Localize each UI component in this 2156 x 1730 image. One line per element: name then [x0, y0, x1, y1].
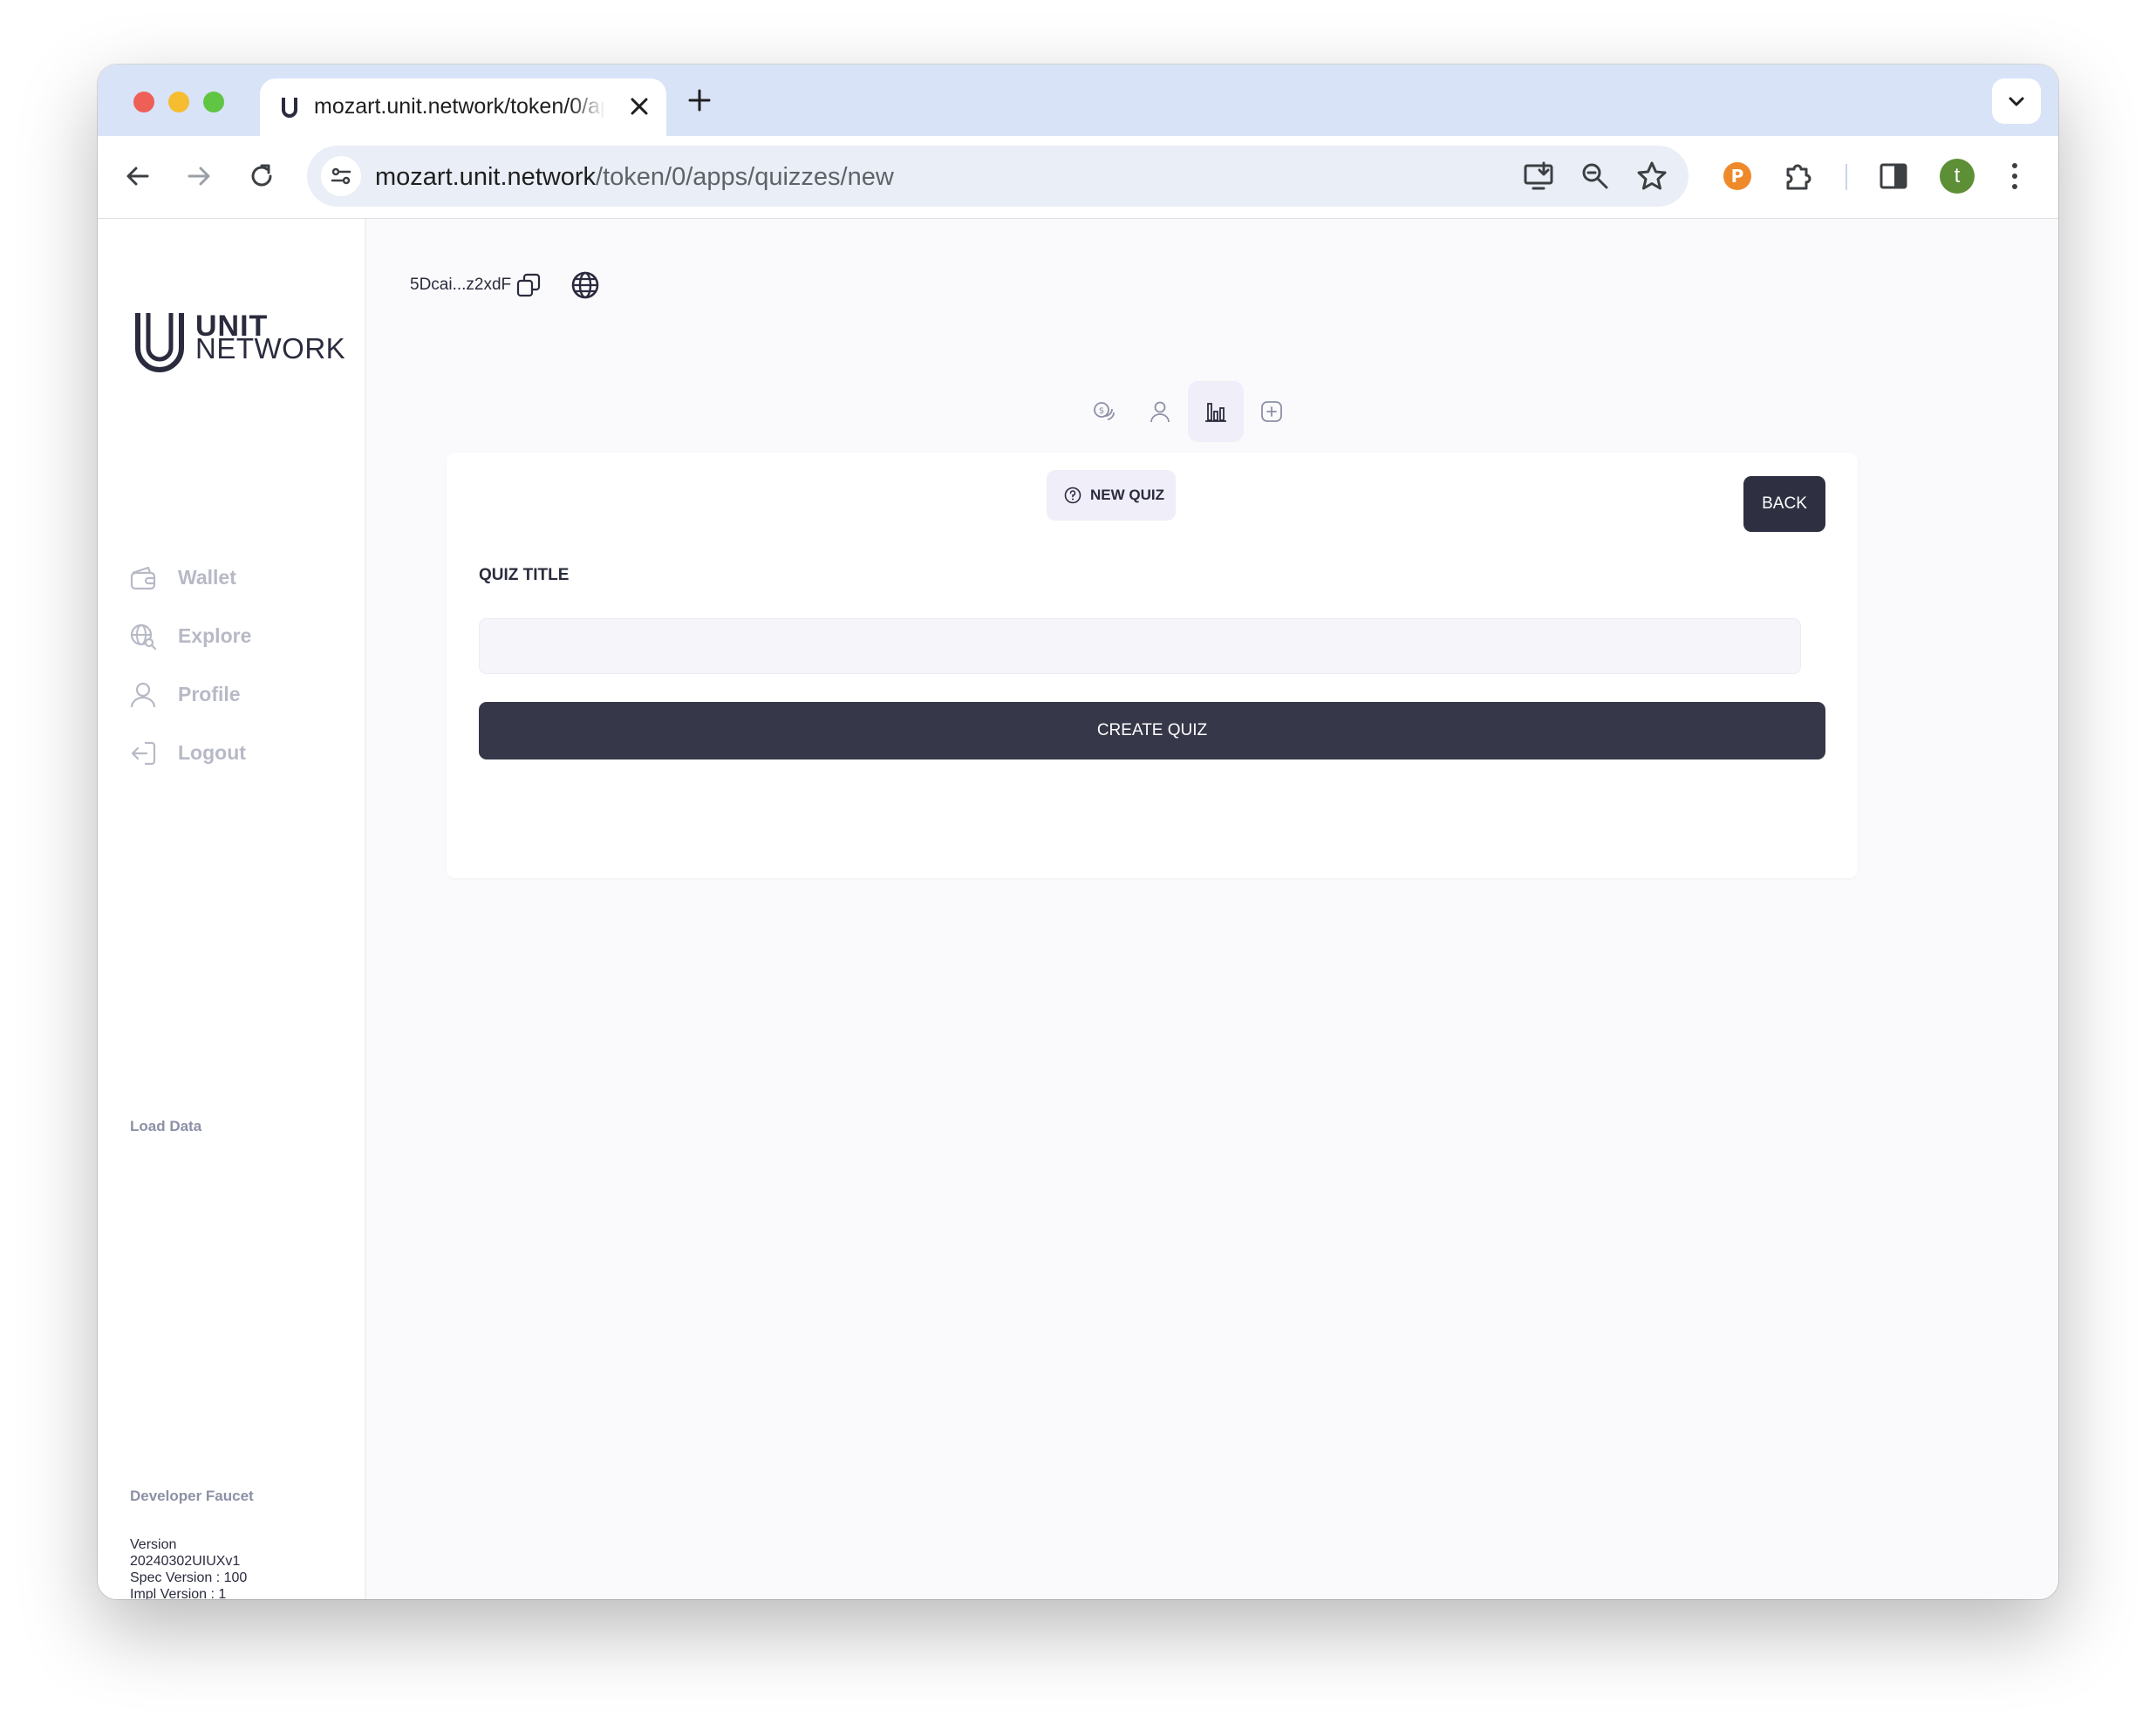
tab-title: mozart.unit.network/token/0/apps/quizzes… — [314, 94, 605, 119]
sidebar-item-label: Wallet — [178, 566, 236, 589]
spec-version-line: Spec Version : 100 — [130, 1570, 248, 1585]
account-address: 5Dcai...z2xdF — [410, 276, 512, 294]
wallet-icon — [130, 566, 156, 590]
install-app-icon[interactable] — [1523, 161, 1554, 191]
reload-icon[interactable] — [248, 162, 276, 190]
back-button[interactable]: BACK — [1743, 476, 1825, 532]
url-text: mozart.unit.network/token/0/apps/quizzes… — [375, 163, 894, 192]
create-quiz-button[interactable]: CREATE QUIZ — [479, 702, 1825, 759]
version-info: Version 20240302UIUXv1 Spec Version : 10… — [130, 1536, 247, 1599]
quiz-title-input[interactable] — [479, 618, 1801, 674]
zoom-icon[interactable] — [1580, 161, 1610, 191]
tab-search-button[interactable] — [1992, 78, 2041, 124]
browser-tab[interactable]: mozart.unit.network/token/0/apps/quizzes… — [260, 78, 666, 136]
sidebar-item-wallet[interactable]: Wallet — [129, 559, 338, 597]
bookmark-star-icon[interactable] — [1636, 160, 1668, 192]
url-host: mozart.unit.network — [375, 163, 597, 191]
forward-arrow-icon[interactable] — [185, 162, 213, 190]
sidebar-item-logout[interactable]: Logout — [129, 734, 338, 773]
developer-faucet-link[interactable]: Developer Faucet — [130, 1488, 254, 1505]
tune-icon — [331, 167, 351, 185]
app-nav-profile[interactable] — [1132, 381, 1188, 442]
unit-network-logo-icon — [135, 313, 184, 372]
svg-text:$: $ — [1099, 406, 1104, 416]
sidebar-item-label: Logout — [178, 741, 246, 764]
bar-chart-icon — [1205, 403, 1226, 422]
close-window-button[interactable] — [133, 92, 154, 112]
logo-text-network: NETWORK — [195, 332, 346, 364]
badge-label: NEW QUIZ — [1090, 487, 1164, 503]
sidebar-item-explore[interactable]: Explore — [129, 617, 338, 656]
logout-icon — [131, 741, 156, 766]
question-circle-icon — [1064, 487, 1081, 504]
url-path: /token/0/apps/quizzes/new — [596, 163, 894, 191]
browser-window: mozart.unit.network/token/0/apps/quizzes… — [98, 65, 2058, 1599]
app-nav-tokens[interactable]: $ — [1076, 381, 1132, 442]
unit-favicon-icon — [282, 98, 297, 118]
sidebar-item-profile[interactable]: Profile — [129, 676, 338, 714]
tab-strip: mozart.unit.network/token/0/apps/quizzes… — [98, 65, 2058, 136]
minimize-window-button[interactable] — [168, 92, 189, 112]
copy-icon[interactable] — [515, 271, 542, 299]
version-line: Version — [130, 1537, 177, 1552]
maximize-window-button[interactable] — [203, 92, 224, 112]
chevron-down-icon — [2009, 97, 2024, 106]
coins-icon: $ — [1094, 402, 1115, 420]
globe-icon[interactable] — [570, 270, 600, 300]
new-quiz-card: NEW QUIZ BACK QUIZ TITLE CREATE QUIZ — [447, 453, 1858, 878]
svg-text:P: P — [1731, 166, 1744, 187]
sidebar-item-label: Profile — [178, 683, 241, 705]
more-menu-icon[interactable] — [2009, 160, 2020, 192]
app-nav-add[interactable] — [1244, 381, 1300, 442]
page-content: UNIT NETWORK Wallet Explore Profile Logo… — [98, 219, 2058, 1599]
sidebar-item-label: Explore — [178, 624, 252, 647]
browser-toolbar: mozart.unit.network/token/0/apps/quizzes… — [98, 136, 2058, 219]
address-bar[interactable]: mozart.unit.network/token/0/apps/quizzes… — [307, 146, 1689, 207]
user-icon — [1150, 401, 1170, 423]
new-quiz-badge: NEW QUIZ — [1047, 470, 1176, 521]
main-content: 5Dcai...z2xdF $ NEW QUIZ BACK QUIZ TITLE… — [365, 219, 2058, 1599]
back-arrow-icon[interactable] — [124, 162, 152, 190]
quiz-title-label: QUIZ TITLE — [479, 566, 570, 584]
plus-square-icon — [1261, 401, 1282, 422]
version-line: 20240302UIUXv1 — [130, 1554, 241, 1569]
new-tab-icon[interactable] — [687, 88, 712, 112]
extensions-puzzle-icon[interactable] — [1783, 160, 1814, 192]
close-tab-icon[interactable] — [630, 97, 649, 116]
globe-search-icon — [130, 623, 157, 650]
site-settings-button[interactable] — [321, 156, 361, 196]
toolbar-divider — [1846, 164, 1847, 190]
impl-version-line: Impl Version : 1 — [130, 1587, 227, 1599]
extension-p-icon[interactable]: P — [1722, 160, 1753, 192]
user-icon — [130, 682, 156, 708]
load-data-link[interactable]: Load Data — [130, 1118, 201, 1135]
app-nav-quizzes[interactable] — [1188, 381, 1244, 442]
profile-avatar[interactable]: t — [1940, 159, 1975, 194]
sidebar: UNIT NETWORK Wallet Explore Profile Logo… — [98, 219, 366, 1599]
side-panel-icon[interactable] — [1879, 161, 1908, 191]
